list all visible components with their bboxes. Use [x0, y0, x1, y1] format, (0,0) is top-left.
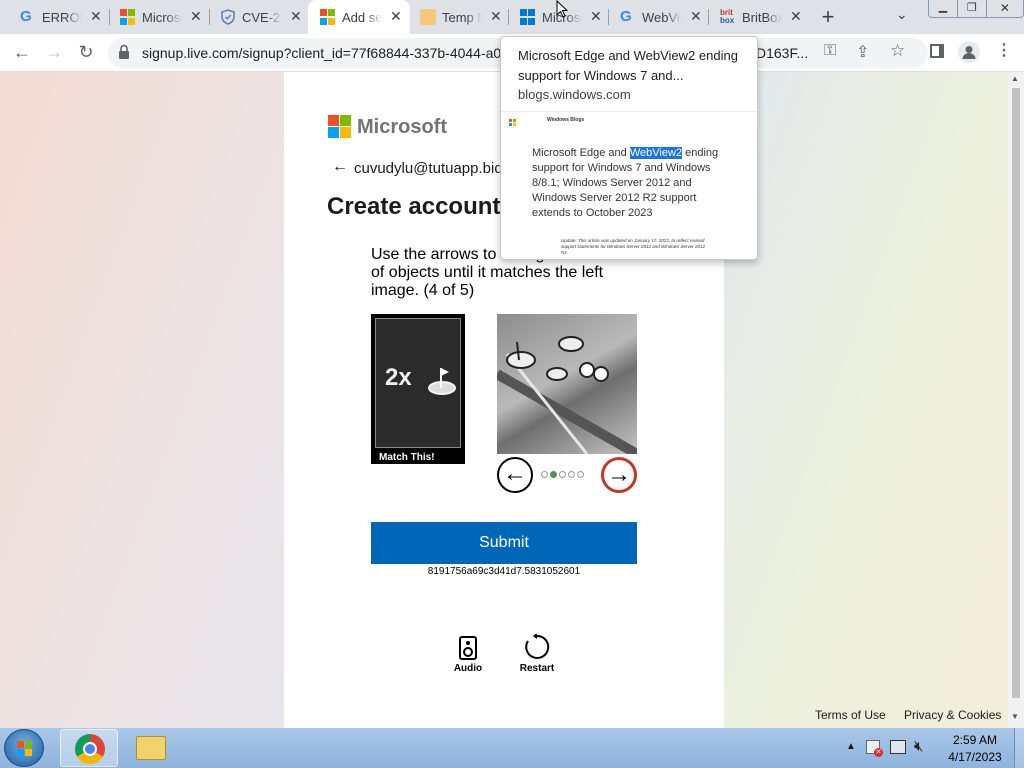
clock-time[interactable]: 2:59 AM: [940, 733, 1010, 747]
progress-dot: [577, 471, 584, 478]
back-arrow-icon[interactable]: ←: [8, 38, 36, 66]
url-text: signup.live.com/signup?client_id=77f6884…: [142, 45, 502, 61]
clock-date[interactable]: 4/17/2023: [940, 750, 1010, 764]
close-icon[interactable]: ✕: [290, 8, 302, 25]
side-panel-icon[interactable]: [930, 44, 944, 58]
hover-card-thumbnail: Windows Blogs Microsoft Edge and WebView…: [501, 111, 757, 259]
match-count: 2x: [385, 364, 412, 391]
file-explorer-icon[interactable]: [136, 736, 166, 760]
progress-dot-active: [550, 471, 557, 478]
close-icon[interactable]: ✕: [390, 8, 402, 25]
windows-icon: [520, 9, 536, 25]
close-icon[interactable]: ✕: [490, 8, 502, 25]
tray-expand-icon[interactable]: ▲: [846, 741, 856, 752]
progress-dot: [559, 471, 566, 478]
tab-temp-mail[interactable]: Temp Mail ✕: [408, 0, 509, 34]
windows-icon: [17, 741, 32, 756]
hover-card-domain: blogs.windows.com: [518, 87, 631, 102]
tab-cve[interactable]: CVE-2023 ✕: [208, 0, 309, 34]
hover-card-title: Microsoft Edge and WebView2 ending suppo…: [518, 48, 738, 83]
audio-icon[interactable]: [458, 636, 478, 665]
prev-arrow-button[interactable]: ←: [497, 457, 533, 493]
shield-icon: [220, 9, 236, 25]
restart-label[interactable]: Restart: [514, 663, 560, 674]
tempmail-icon: [420, 9, 436, 25]
window-controls: ▁ ❐ ✕: [928, 0, 1024, 18]
start-button[interactable]: [4, 729, 44, 767]
menu-icon[interactable]: ⋮: [996, 40, 1012, 60]
chrome-icon: [75, 734, 105, 764]
restore-button[interactable]: ❐: [956, 0, 986, 17]
next-arrow-button[interactable]: →: [601, 457, 637, 493]
star-icon[interactable]: ☆: [890, 41, 905, 61]
network-icon[interactable]: [890, 740, 906, 754]
tab-hover-card: Microsoft Edge and WebView2 ending suppo…: [500, 36, 758, 260]
page-title: Create account: [327, 193, 501, 220]
microsoft-logo-icon: [328, 115, 351, 138]
microsoft-icon: [509, 119, 516, 126]
progress-dot: [568, 471, 575, 478]
action-center-icon[interactable]: ✕: [866, 740, 883, 757]
scroll-down-icon[interactable]: ▼: [1011, 712, 1019, 721]
tab-search-chevron-icon[interactable]: ⌄: [896, 6, 908, 23]
submit-button[interactable]: Submit: [371, 522, 637, 564]
thumb-header: Windows Blogs: [547, 117, 585, 123]
volume-muted-icon[interactable]: 🔇︎: [914, 738, 923, 755]
close-icon[interactable]: ✕: [590, 8, 602, 25]
scrollbar-thumb[interactable]: [1012, 88, 1020, 698]
close-icon[interactable]: ✕: [790, 8, 802, 25]
terms-link[interactable]: Terms of Use: [815, 708, 886, 722]
lock-icon: [118, 44, 130, 63]
match-label: Match This!: [379, 452, 435, 463]
tab-error[interactable]: G ERROR ✕: [8, 0, 109, 34]
tab-webview2[interactable]: G WebView2 ✕: [608, 0, 709, 34]
tab-britbox[interactable]: brit box BritBox ✕: [708, 0, 809, 34]
share-icon[interactable]: ⇪: [856, 42, 869, 62]
close-icon[interactable]: ✕: [90, 8, 102, 25]
show-desktop-button[interactable]: [1014, 728, 1024, 768]
thumb-article-title: Microsoft Edge and WebView2 ending suppo…: [532, 147, 719, 219]
profile-avatar-icon[interactable]: [958, 41, 980, 63]
taskbar: ▲ ✕ 🔇︎ 2:59 AM 4/17/2023: [0, 728, 1024, 768]
microsoft-icon: [120, 9, 136, 25]
microsoft-icon: [320, 9, 336, 25]
forward-arrow-icon[interactable]: →: [40, 38, 68, 66]
privacy-link[interactable]: Privacy & Cookies: [904, 708, 1001, 722]
golf-flag-icon: [427, 364, 457, 401]
new-tab-button[interactable]: +: [816, 4, 840, 30]
url-tail: D163F...: [756, 45, 809, 61]
mouse-cursor-icon: [556, 0, 569, 23]
captcha-puzzle-image: [497, 314, 637, 454]
page-scrollbar[interactable]: ▲ ▼: [1008, 72, 1024, 728]
tab-microsoft-1[interactable]: Microsoft ✕: [108, 0, 209, 34]
close-icon[interactable]: ✕: [690, 8, 702, 25]
google-icon: G: [620, 8, 632, 25]
taskbar-chrome-button[interactable]: [60, 729, 118, 767]
brand-name: Microsoft: [357, 116, 447, 138]
key-icon[interactable]: ⚿: [824, 42, 836, 60]
email-identity: cuvudylu@tutuapp.bid: [354, 160, 503, 177]
captcha-progress-dots: [540, 465, 585, 483]
restart-icon[interactable]: [524, 633, 550, 665]
session-id: 8191756a69c3d41d7.5831052601: [427, 566, 581, 577]
back-arrow-icon[interactable]: ←: [332, 158, 348, 176]
reload-icon[interactable]: ↻: [72, 38, 100, 66]
scroll-up-icon[interactable]: ▲: [1011, 74, 1019, 83]
captcha-target-image: 2x Match This!: [371, 314, 465, 464]
close-window-button[interactable]: ✕: [985, 0, 1023, 17]
audio-label[interactable]: Audio: [449, 663, 487, 674]
tab-add-security[interactable]: Add security ✕: [308, 0, 410, 34]
thumb-footer: Update: This article was updated on Janu…: [561, 238, 705, 255]
minimize-button[interactable]: ▁: [929, 0, 957, 17]
britbox-icon: brit box: [720, 8, 735, 25]
tab-strip: G ERROR ✕ Microsoft ✕ CVE-2023 ✕ Add sec…: [0, 0, 1024, 34]
close-icon[interactable]: ✕: [190, 8, 202, 25]
progress-dot: [541, 471, 548, 478]
google-icon: G: [20, 8, 32, 25]
